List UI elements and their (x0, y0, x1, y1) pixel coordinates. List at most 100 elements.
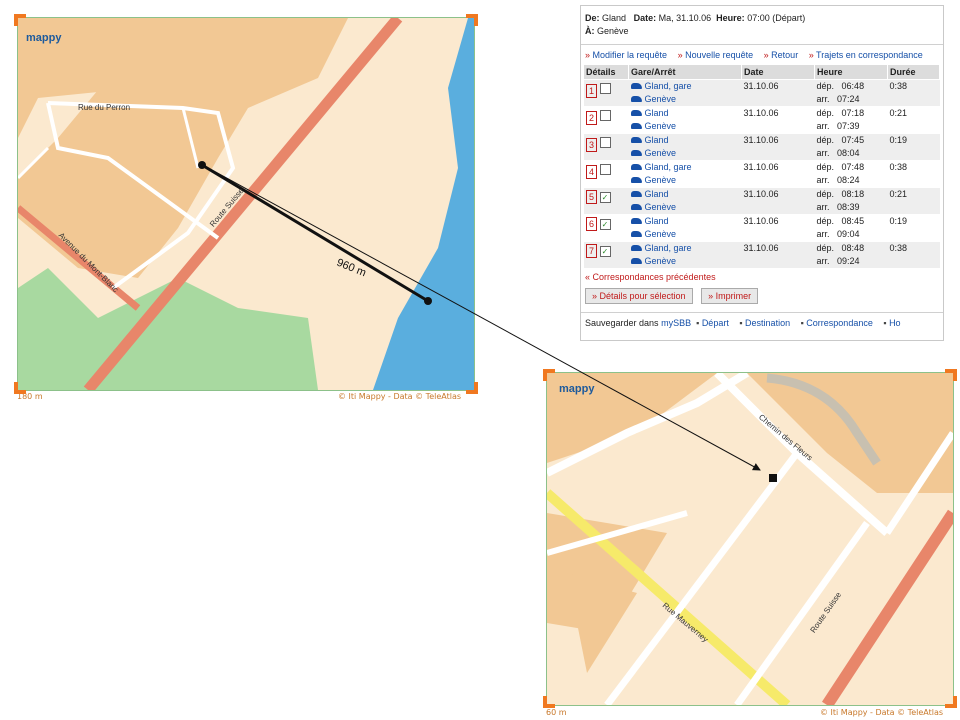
table-row: 5 ✓ Gland 31.10.06 dép. 08:18 0:21 (584, 187, 940, 215)
from-station[interactable]: Gland (645, 108, 669, 118)
query-summary: De: Gland Date: Ma, 31.10.06 Heure: 07:0… (581, 6, 943, 40)
map-overview-canvas (18, 18, 474, 390)
arr-label: arr. (816, 229, 830, 239)
pan-southwest-icon[interactable] (14, 382, 26, 394)
select-checkbox[interactable] (599, 110, 611, 121)
from-station[interactable]: Gland (645, 135, 669, 145)
save-destination-link[interactable]: Destination (739, 318, 790, 328)
map-credit: © Iti Mappy - Data © TeleAtlas (820, 708, 944, 717)
dep-time: 07:48 (841, 162, 865, 172)
table-row: 4 Gland, gare 31.10.06 dép. 07:48 0:38 (584, 160, 940, 179)
select-checkbox[interactable]: ✓ (599, 246, 611, 257)
pan-northeast-icon[interactable] (945, 369, 957, 381)
row-duration: 0:19 (887, 133, 940, 161)
map-detail[interactable]: mappy Chemin des Fleurs Route Suisse Rue… (546, 372, 954, 706)
col-duration: Durée (887, 65, 940, 80)
dep-time: 07:18 (841, 108, 865, 118)
col-time: Heure (814, 65, 888, 80)
pan-southwest-icon[interactable] (543, 696, 555, 708)
mysbb-link[interactable]: mySBB (661, 318, 691, 328)
from-station[interactable]: Gland, gare (645, 162, 692, 172)
arr-label: arr. (816, 202, 830, 212)
select-checkbox[interactable] (599, 164, 611, 175)
row-date: 31.10.06 (741, 79, 815, 107)
arr-label: arr. (816, 256, 830, 266)
row-date: 31.10.06 (743, 108, 779, 118)
arr-label: arr. (816, 94, 830, 104)
location-marker (769, 474, 777, 482)
to-station[interactable]: Genève (645, 229, 677, 239)
table-row: 7 ✓ Gland, gare 31.10.06 dép. 08:48 0:38 (584, 241, 940, 268)
row-number[interactable]: 4 (586, 165, 597, 179)
row-number[interactable]: 7 (586, 244, 597, 258)
pan-southeast-icon[interactable] (945, 696, 957, 708)
previous-connections-link[interactable]: « Correspondances précédentes (581, 268, 943, 286)
to-station[interactable]: Genève (645, 175, 677, 185)
sbb-timetable-panel: De: Gland Date: Ma, 31.10.06 Heure: 07:0… (580, 5, 944, 341)
select-checkbox[interactable]: ✓ (599, 219, 611, 230)
row-number[interactable]: 6 (586, 217, 597, 231)
date-value: Ma, 31.10.06 (658, 13, 712, 23)
details-selection-button[interactable]: Détails pour sélection (585, 288, 693, 304)
train-icon (630, 83, 642, 89)
dep-time: 08:45 (841, 216, 865, 226)
arr-label: arr. (816, 121, 830, 131)
col-details: Détails (584, 65, 629, 80)
back-link[interactable]: Retour (764, 50, 799, 60)
row-date: 31.10.06 (741, 241, 815, 268)
mappy-logo: mappy (559, 383, 595, 395)
save-bar: Sauvegarder dans mySBB Départ Destinatio… (581, 312, 943, 333)
time-value: 07:00 (Départ) (747, 13, 806, 23)
street-label: Rue du Perron (78, 103, 131, 112)
row-number[interactable]: 1 (586, 84, 597, 98)
row-number[interactable]: 3 (586, 138, 597, 152)
print-button[interactable]: Imprimer (701, 288, 759, 304)
pan-northwest-icon[interactable] (543, 369, 555, 381)
scale-bar: 60 m (546, 708, 567, 717)
train-icon (630, 96, 642, 102)
from-station[interactable]: Gland, gare (645, 81, 692, 91)
action-links: Modifier la requête Nouvelle requête Ret… (581, 44, 943, 65)
to-station[interactable]: Genève (645, 202, 677, 212)
row-number[interactable]: 2 (586, 111, 597, 125)
arr-label: arr. (816, 148, 830, 158)
map-overview[interactable]: mappy 960 m Rue du Perron Avenue du Mont… (17, 17, 475, 391)
pan-southeast-icon[interactable] (466, 382, 478, 394)
row-date: 31.10.06 (741, 133, 815, 161)
arr-time: 09:24 (837, 256, 860, 266)
train-icon (630, 218, 642, 224)
col-date: Date (741, 65, 815, 80)
select-checkbox[interactable] (599, 83, 611, 94)
train-icon (630, 231, 642, 237)
train-icon (630, 204, 642, 210)
to-label: À: (585, 26, 595, 36)
dep-label: dép. (816, 135, 835, 145)
dep-time: 08:48 (841, 243, 865, 253)
to-value: Genève (597, 26, 629, 36)
select-checkbox[interactable]: ✓ (599, 192, 611, 203)
to-station[interactable]: Genève (645, 148, 677, 158)
col-station: Gare/Arrêt (628, 65, 742, 80)
save-ho-link[interactable]: Ho (883, 318, 900, 328)
new-query-link[interactable]: Nouvelle requête (678, 50, 754, 60)
to-station[interactable]: Genève (645, 121, 677, 131)
from-station[interactable]: Gland (645, 216, 669, 226)
save-departure-link[interactable]: Départ (696, 318, 729, 328)
row-number[interactable]: 5 (586, 190, 597, 204)
pan-northeast-icon[interactable] (466, 14, 478, 26)
select-checkbox[interactable] (599, 137, 611, 148)
pan-northwest-icon[interactable] (14, 14, 26, 26)
to-station[interactable]: Genève (645, 94, 677, 104)
arr-time: 07:24 (837, 94, 860, 104)
save-connection-link[interactable]: Correspondance (801, 318, 873, 328)
dep-time: 07:45 (841, 135, 865, 145)
save-label: Sauvegarder dans (585, 318, 659, 328)
from-station[interactable]: Gland, gare (645, 243, 692, 253)
row-date: 31.10.06 (743, 216, 779, 226)
connections-link[interactable]: Trajets en correspondance (809, 50, 923, 60)
arr-time: 09:04 (837, 229, 860, 239)
from-station[interactable]: Gland (645, 189, 669, 199)
map-credit: © Iti Mappy - Data © TeleAtlas (338, 392, 462, 401)
to-station[interactable]: Genève (645, 256, 677, 266)
modify-query-link[interactable]: Modifier la requête (585, 50, 667, 60)
